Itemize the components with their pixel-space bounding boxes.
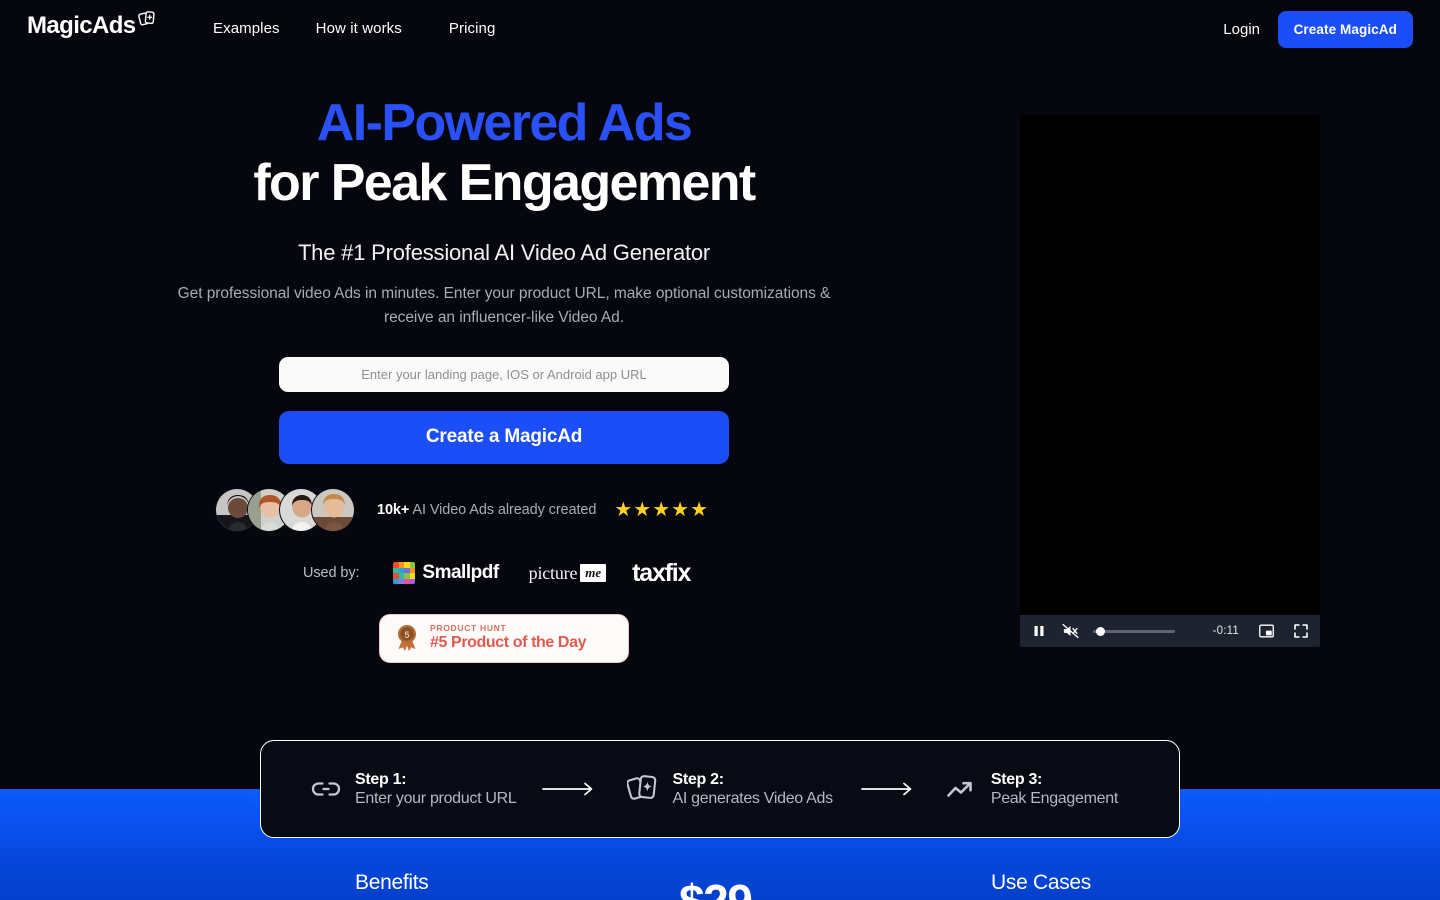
star-icon: ★ bbox=[614, 498, 633, 521]
step-1: Step 1: Enter your product URL bbox=[307, 770, 517, 808]
used-by-label: Used by: bbox=[303, 565, 360, 582]
product-hunt-title: #5 Product of the Day bbox=[430, 634, 587, 652]
arrow-right-icon-2 bbox=[860, 782, 915, 796]
step-1-subtitle: Enter your product URL bbox=[355, 789, 517, 807]
brand-logo-taxfix: taxfix bbox=[632, 558, 691, 588]
product-hunt-texts: PRODUCT HUNT #5 Product of the Day bbox=[430, 622, 587, 653]
avatar-group bbox=[215, 487, 355, 532]
pause-icon[interactable] bbox=[1032, 624, 1046, 638]
step-3: Step 3: Peak Engagement bbox=[943, 771, 1118, 808]
volume-slider[interactable] bbox=[1093, 626, 1175, 636]
hero-description: Get professional video Ads in minutes. E… bbox=[177, 285, 831, 326]
used-by-row: Used by: Smallpdf picture me taxfix bbox=[215, 559, 793, 588]
ads-count: 10k+ bbox=[377, 501, 410, 518]
avatar bbox=[311, 487, 355, 532]
arrow-right-icon-1 bbox=[542, 782, 596, 796]
social-proof-text: 10k+ AI Video Ads already created bbox=[377, 502, 596, 518]
top-navigation-bar: MagicAds Examples How it works Pricing L… bbox=[0, 0, 1440, 60]
step-3-texts: Step 3: Peak Engagement bbox=[991, 771, 1118, 808]
social-proof: 10k+ AI Video Ads already created ★ ★ ★ … bbox=[215, 487, 793, 532]
step-2: Step 2: AI generates Video Ads bbox=[624, 770, 833, 808]
smallpdf-grid-icon bbox=[393, 562, 416, 585]
step-2-texts: Step 2: AI generates Video Ads bbox=[672, 770, 833, 808]
star-rating: ★ ★ ★ ★ ★ bbox=[614, 500, 708, 520]
video-time-remaining: -0:11 bbox=[1212, 625, 1239, 637]
video-controls-bar: -0:11 bbox=[1020, 615, 1320, 647]
headline-line-2: for Peak Engagement bbox=[253, 154, 756, 213]
step-3-title: Step 3: bbox=[990, 770, 1043, 788]
step-3-subtitle: Peak Engagement bbox=[990, 789, 1118, 807]
product-hunt-eyebrow: PRODUCT HUNT bbox=[430, 622, 507, 633]
product-hunt-badge[interactable]: 5 PRODUCT HUNT #5 Product of the Day bbox=[379, 613, 629, 663]
nav-link-examples[interactable]: Examples bbox=[213, 20, 280, 37]
magic-cards-icon bbox=[137, 9, 157, 34]
trending-up-icon bbox=[943, 777, 981, 801]
product-url-input[interactable] bbox=[279, 356, 729, 392]
smallpdf-grid-cell bbox=[409, 578, 416, 585]
nav-link-how-it-works[interactable]: How it works bbox=[316, 20, 402, 37]
step-1-title: Step 1: bbox=[355, 770, 407, 788]
hero-video-player[interactable]: -0:11 bbox=[1020, 114, 1320, 647]
star-icon: ★ bbox=[633, 498, 652, 521]
volume-slider-handle[interactable] bbox=[1096, 626, 1106, 636]
login-link[interactable]: Login bbox=[1223, 21, 1260, 38]
steps-bar: Step 1: Enter your product URL Step 2: A… bbox=[260, 740, 1180, 838]
ads-count-label: AI Video Ads already created bbox=[409, 501, 597, 518]
use-cases-heading: Use Cases bbox=[991, 871, 1092, 894]
pictureme-badge: me bbox=[580, 564, 607, 583]
volume-muted-icon[interactable] bbox=[1062, 623, 1079, 639]
svg-text:5: 5 bbox=[404, 630, 409, 640]
create-magicad-button[interactable]: Create MagicAd bbox=[1277, 11, 1413, 48]
headline-line-1: AI-Powered Ads bbox=[316, 94, 693, 152]
fullscreen-icon[interactable] bbox=[1294, 624, 1308, 638]
magic-cards-icon bbox=[624, 772, 662, 806]
brand-logo-pictureme: picture me bbox=[528, 562, 607, 584]
taxfix-label: taxfix bbox=[632, 558, 691, 587]
step-2-subtitle: AI generates Video Ads bbox=[672, 789, 833, 807]
nav-links: Examples How it works Pricing bbox=[213, 20, 495, 37]
nav-link-pricing[interactable]: Pricing bbox=[449, 20, 496, 37]
brand-logo-smallpdf: Smallpdf bbox=[393, 562, 499, 585]
picture-in-picture-icon[interactable] bbox=[1259, 624, 1274, 638]
step-2-title: Step 2: bbox=[672, 770, 724, 788]
star-icon: ★ bbox=[652, 498, 671, 521]
page-title: AI-Powered Ads for Peak Engagement bbox=[253, 94, 756, 213]
price-label: $29 bbox=[679, 874, 753, 900]
logo-text: MagicAds bbox=[27, 12, 136, 39]
star-icon: ★ bbox=[690, 498, 709, 521]
hero-section: AI-Powered Ads for Peak Engagement The #… bbox=[0, 95, 1008, 663]
subheadline: The #1 Professional AI Video Ad Generato… bbox=[297, 240, 711, 266]
create-a-magicad-button[interactable]: Create a MagicAd bbox=[279, 410, 729, 464]
star-icon: ★ bbox=[671, 498, 690, 521]
logo[interactable]: MagicAds bbox=[27, 11, 157, 39]
benefits-heading: Benefits bbox=[355, 871, 429, 894]
step-1-texts: Step 1: Enter your product URL bbox=[355, 770, 517, 808]
pictureme-label: picture bbox=[528, 562, 578, 583]
product-hunt-medal-icon: 5 bbox=[394, 624, 420, 652]
smallpdf-label: Smallpdf bbox=[422, 562, 499, 584]
link-icon bbox=[307, 779, 345, 799]
